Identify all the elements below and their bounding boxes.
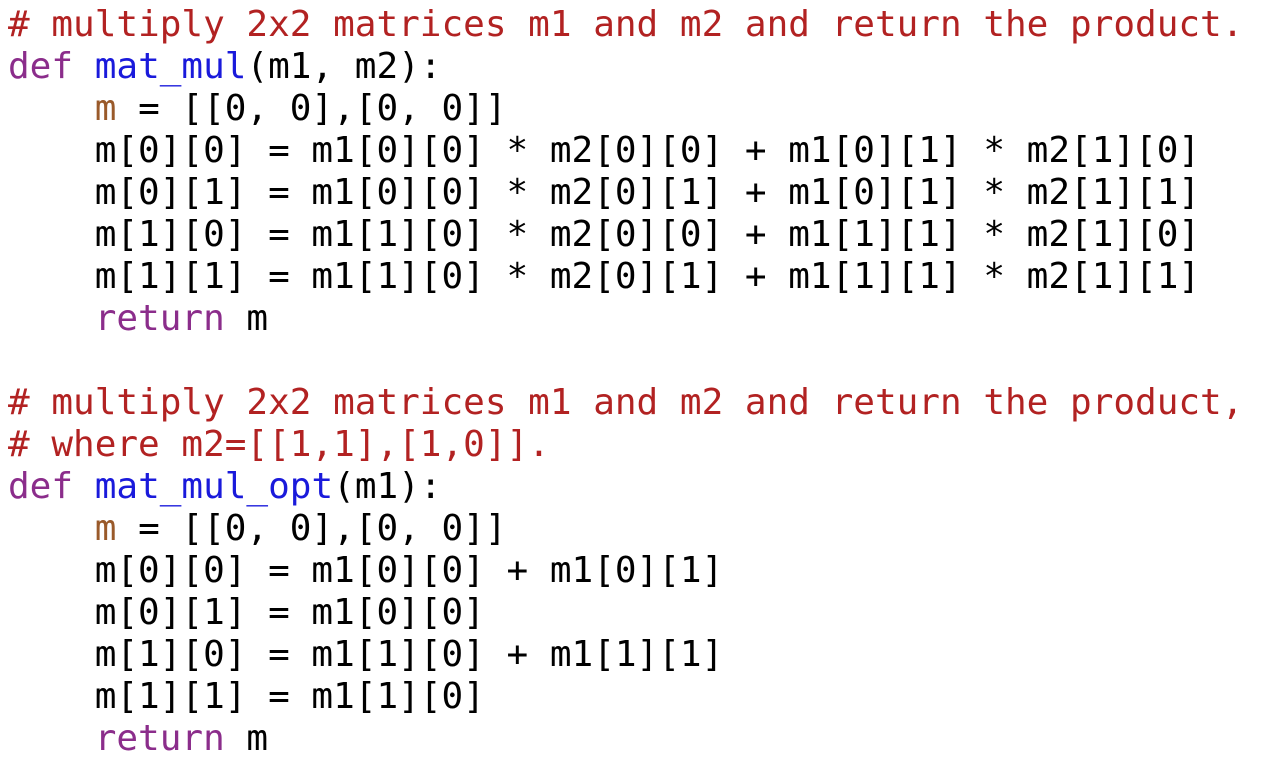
code-line: return m [8, 718, 1274, 760]
code-text: (m1, m2): [246, 46, 442, 87]
code-line: m[1][0] = m1[1][0] * m2[0][0] + m1[1][1]… [8, 214, 1274, 256]
code-text: m[0][0] = m1[0][0] * m2[0][0] + m1[0][1]… [8, 130, 1201, 171]
code-line: m[0][1] = m1[0][0] * m2[0][1] + m1[0][1]… [8, 172, 1274, 214]
code-keyword: def [8, 46, 74, 87]
code-function-name: mat_mul [94, 46, 247, 87]
code-keyword: return [94, 298, 225, 339]
code-text: = [[0, 0],[0, 0]] [116, 508, 507, 549]
code-text: m[0][1] = m1[0][0] [8, 592, 485, 633]
code-line: m = [[0, 0],[0, 0]] [8, 88, 1274, 130]
code-keyword: return [94, 718, 225, 759]
code-text: m[1][1] = m1[1][0] * m2[0][1] + m1[1][1]… [8, 256, 1201, 297]
code-function-name: mat_mul_opt [94, 466, 334, 507]
code-text: m[0][1] = m1[0][0] * m2[0][1] + m1[0][1]… [8, 172, 1201, 213]
code-line: def mat_mul_opt(m1): [8, 466, 1274, 508]
code-text: m [224, 718, 269, 759]
code-comment: # multiply 2x2 matrices m1 and m2 and re… [8, 382, 1244, 423]
code-line: m[0][1] = m1[0][0] [8, 592, 1274, 634]
code-keyword: def [8, 466, 74, 507]
code-line: # multiply 2x2 matrices m1 and m2 and re… [8, 4, 1274, 46]
code-comment: # where m2=[[1,1],[1,0]]. [8, 424, 550, 465]
code-text: m [224, 298, 269, 339]
code-line: def mat_mul(m1, m2): [8, 46, 1274, 88]
code-line: return m [8, 298, 1274, 340]
code-text: m[1][1] = m1[1][0] [8, 676, 485, 717]
code-variable: m [94, 88, 117, 129]
code-text: m[1][0] = m1[1][0] + m1[1][1] [8, 634, 724, 675]
code-text: m[0][0] = m1[0][0] + m1[0][1] [8, 550, 724, 591]
code-editor[interactable]: # multiply 2x2 matrices m1 and m2 and re… [0, 0, 1274, 772]
code-text: (m1): [333, 466, 442, 507]
code-comment: # multiply 2x2 matrices m1 and m2 and re… [8, 4, 1244, 45]
code-line: # multiply 2x2 matrices m1 and m2 and re… [8, 382, 1274, 424]
code-text: m[1][0] = m1[1][0] * m2[0][0] + m1[1][1]… [8, 214, 1201, 255]
code-line: m[1][1] = m1[1][0] * m2[0][1] + m1[1][1]… [8, 256, 1274, 298]
code-text: = [[0, 0],[0, 0]] [116, 88, 507, 129]
code-variable: m [94, 508, 117, 549]
code-line: m = [[0, 0],[0, 0]] [8, 508, 1274, 550]
code-line: # where m2=[[1,1],[1,0]]. [8, 424, 1274, 466]
code-line: m[0][0] = m1[0][0] * m2[0][0] + m1[0][1]… [8, 130, 1274, 172]
code-line: m[1][0] = m1[1][0] + m1[1][1] [8, 634, 1274, 676]
code-line: m[0][0] = m1[0][0] + m1[0][1] [8, 550, 1274, 592]
code-line: m[1][1] = m1[1][0] [8, 676, 1274, 718]
